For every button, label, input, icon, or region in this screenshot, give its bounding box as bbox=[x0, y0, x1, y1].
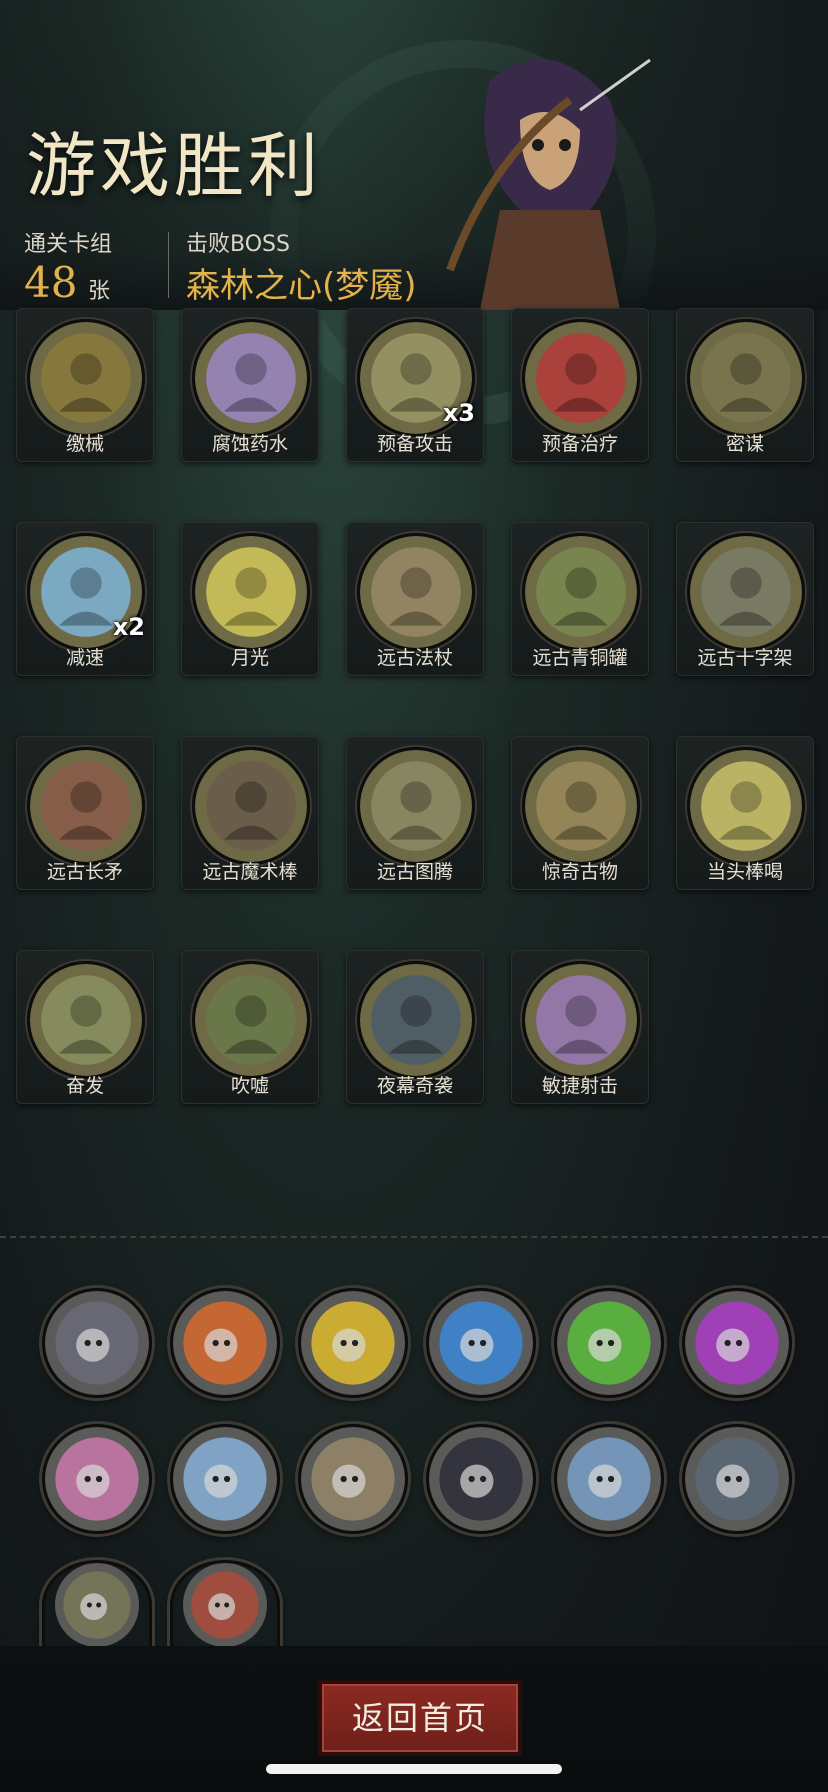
heart-cross-icon bbox=[522, 319, 640, 437]
deck-card[interactable]: 远古魔术棒 bbox=[181, 736, 319, 890]
celtic-cross-icon bbox=[687, 533, 805, 651]
wizard-relic-icon[interactable] bbox=[42, 1560, 152, 1650]
home-indicator[interactable] bbox=[266, 1764, 562, 1774]
purple-skull-music-relic-icon[interactable] bbox=[682, 1288, 792, 1398]
deck-card[interactable]: 奋发 bbox=[16, 950, 154, 1104]
card-name: 夜幕奇袭 bbox=[376, 1075, 453, 1097]
boss-name: 森林之心(梦魇) bbox=[186, 266, 417, 306]
deck-card[interactable]: 远古长矛 bbox=[16, 736, 154, 890]
card-name: 腐蚀药水 bbox=[211, 433, 288, 455]
card-name: 远古长矛 bbox=[46, 861, 123, 883]
hooded-figures-icon bbox=[687, 319, 805, 437]
header-divider bbox=[168, 232, 169, 298]
deck-card[interactable]: 月光 bbox=[181, 522, 319, 676]
bronze-urn-icon bbox=[522, 533, 640, 651]
deck-card[interactable]: 腐蚀药水 bbox=[181, 308, 319, 462]
card-name: 远古图腾 bbox=[376, 861, 453, 883]
skull-strike-icon bbox=[687, 747, 805, 865]
deck-card[interactable]: 远古十字架 bbox=[676, 522, 814, 676]
deck-card[interactable]: 预备治疗 bbox=[511, 308, 649, 462]
deck-label: 通关卡组 bbox=[24, 232, 113, 257]
deck-card[interactable]: 缴械 bbox=[16, 308, 154, 462]
boss-label: 击败BOSS bbox=[186, 232, 290, 257]
gears-card-icon bbox=[27, 319, 145, 437]
card-name: 远古青铜罐 bbox=[532, 647, 628, 669]
deck-unit: 张 bbox=[88, 279, 111, 304]
moon-wolf-icon bbox=[192, 533, 310, 651]
deck-card[interactable]: 敏捷射击 bbox=[511, 950, 649, 1104]
green-skull-music-relic-icon[interactable] bbox=[554, 1288, 664, 1398]
deck-card[interactable]: 远古法杖 bbox=[346, 522, 484, 676]
archer-icon bbox=[522, 961, 640, 1079]
card-name: 敏捷射击 bbox=[541, 1075, 618, 1097]
deck-card[interactable]: 远古青铜罐 bbox=[511, 522, 649, 676]
deck-card[interactable]: 密谋 bbox=[676, 308, 814, 462]
wand-box-icon bbox=[192, 747, 310, 865]
return-home-button[interactable]: 返回首页 bbox=[318, 1680, 522, 1756]
card-name: 远古十字架 bbox=[697, 647, 793, 669]
card-case-relic-icon[interactable] bbox=[42, 1288, 152, 1398]
card-name: 奋发 bbox=[65, 1075, 104, 1097]
hooded-archer-illustration bbox=[446, 58, 651, 310]
card-name: 减速 bbox=[65, 647, 104, 669]
gold-skull-music-relic-icon[interactable] bbox=[298, 1288, 408, 1398]
card-name: 月光 bbox=[230, 647, 269, 669]
blue-skull-music-relic-icon[interactable] bbox=[426, 1288, 536, 1398]
dagger-relic-icon[interactable] bbox=[682, 1424, 792, 1534]
ice-clock-2-relic-icon[interactable] bbox=[554, 1424, 664, 1534]
pink-creature-relic-icon[interactable] bbox=[42, 1424, 152, 1534]
card-name: 远古法杖 bbox=[376, 647, 453, 669]
card-name: 吹嘘 bbox=[230, 1075, 269, 1097]
fire-skull-music-relic-icon[interactable] bbox=[170, 1288, 280, 1398]
deck-card[interactable]: 当头棒喝 bbox=[676, 736, 814, 890]
card-count-badge: x2 bbox=[112, 613, 145, 641]
ice-clock-relic-icon[interactable] bbox=[170, 1424, 280, 1534]
card-name: 缴械 bbox=[65, 433, 104, 455]
spear-icon bbox=[27, 747, 145, 865]
explorer-icon bbox=[522, 747, 640, 865]
card-name: 预备治疗 bbox=[541, 433, 618, 455]
red-book-relic-icon[interactable] bbox=[426, 1424, 536, 1534]
deck-card[interactable]: 惊奇古物 bbox=[511, 736, 649, 890]
bear-hunter-icon bbox=[192, 961, 310, 1079]
bloody-hands-relic-icon[interactable] bbox=[170, 1560, 280, 1650]
card-count-badge: x3 bbox=[442, 399, 475, 427]
card-name: 密谋 bbox=[725, 433, 764, 455]
totem-icon bbox=[357, 747, 475, 865]
monk-fighter-relic-icon[interactable] bbox=[298, 1424, 408, 1534]
card-name: 预备攻击 bbox=[376, 433, 453, 455]
page-title: 游戏胜利 bbox=[26, 125, 322, 207]
section-divider bbox=[0, 1236, 828, 1238]
deck-card[interactable]: x3 预备攻击 bbox=[346, 308, 484, 462]
deck-card[interactable]: 夜幕奇袭 bbox=[346, 950, 484, 1104]
deck-card[interactable]: 吹嘘 bbox=[181, 950, 319, 1104]
deck-card[interactable]: 远古图腾 bbox=[346, 736, 484, 890]
card-name: 惊奇古物 bbox=[541, 861, 618, 883]
fighter-icon bbox=[27, 961, 145, 1079]
deck-count: 48 bbox=[24, 258, 78, 307]
card-name: 远古魔术棒 bbox=[202, 861, 298, 883]
deck-card[interactable]: x2 减速 bbox=[16, 522, 154, 676]
night-ambush-icon bbox=[357, 961, 475, 1079]
card-name: 当头棒喝 bbox=[706, 861, 783, 883]
victory-header: 游戏胜利 通关卡组 48 张 击败BOSS 森林之心(梦魇) bbox=[0, 0, 828, 310]
potion-icon bbox=[192, 319, 310, 437]
staff-icon bbox=[357, 533, 475, 651]
